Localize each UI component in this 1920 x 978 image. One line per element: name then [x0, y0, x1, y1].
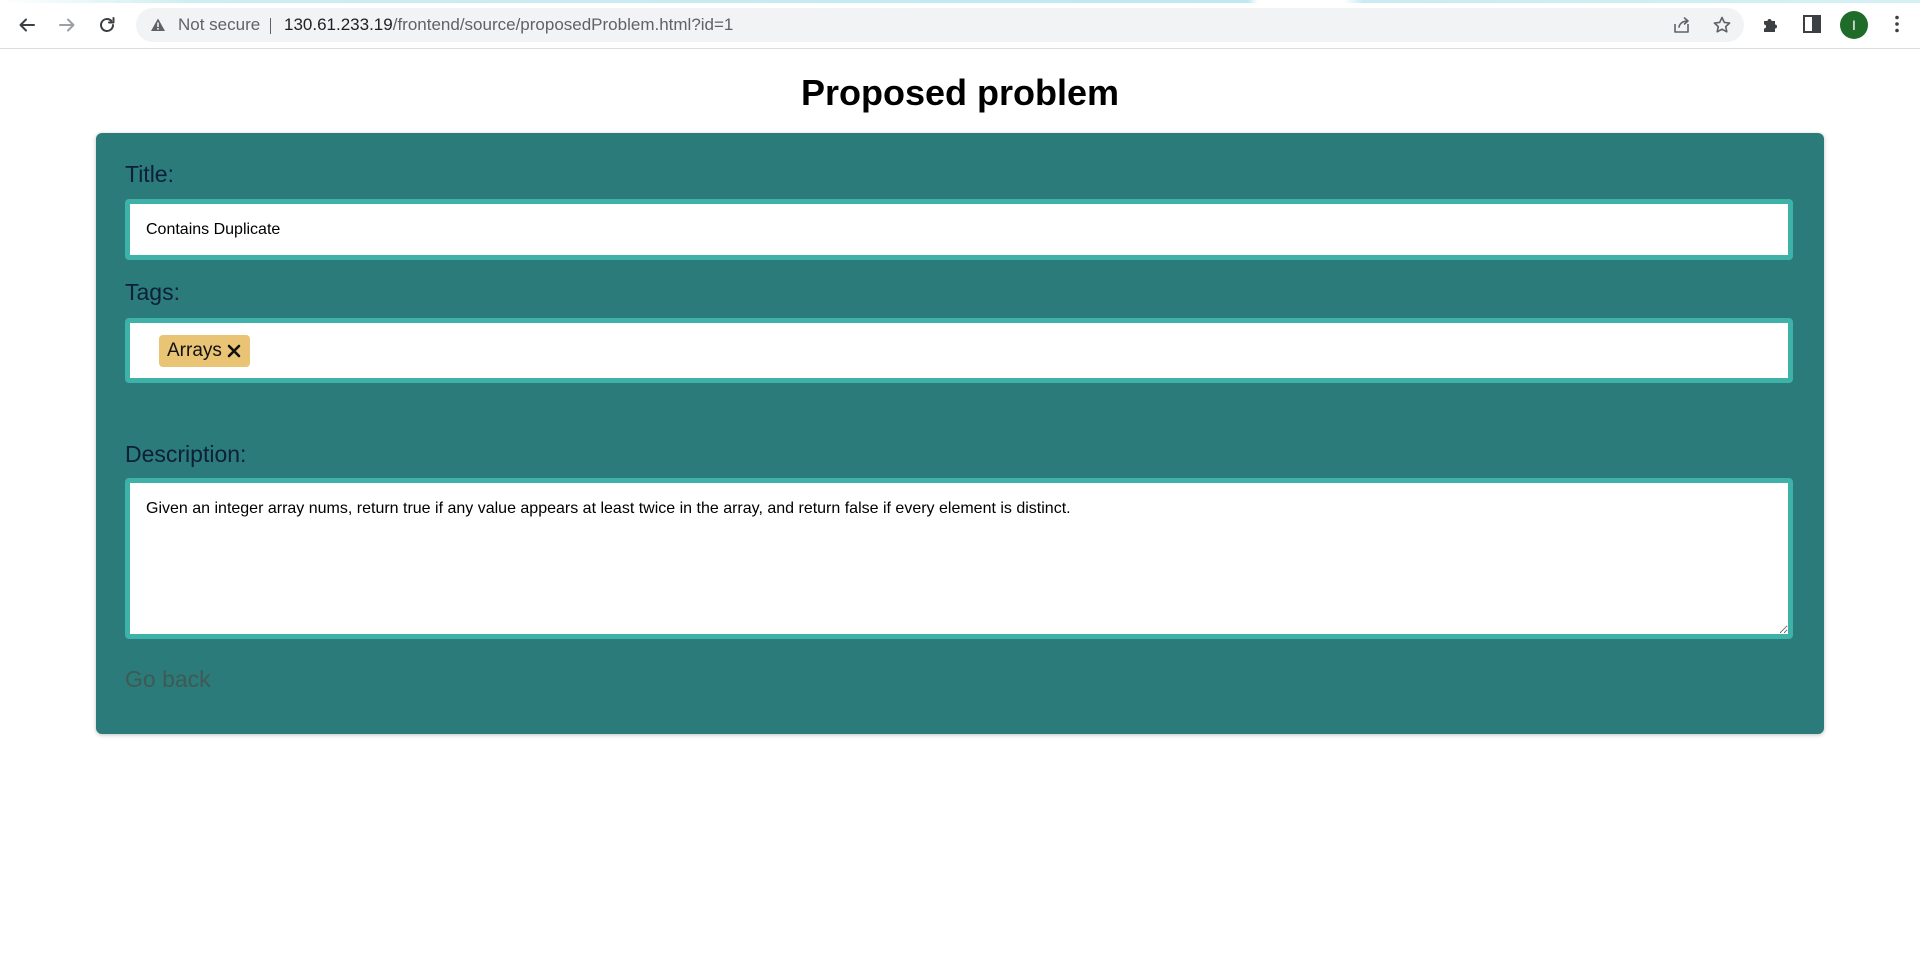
close-icon: [227, 344, 241, 358]
tags-input[interactable]: Arrays: [125, 318, 1793, 383]
back-button[interactable]: [11, 9, 43, 41]
tags-label: Tags:: [125, 279, 180, 305]
share-icon[interactable]: [1672, 15, 1692, 35]
url-path: /frontend/source/proposedProblem.html?id…: [392, 15, 734, 34]
remove-tag-button[interactable]: [226, 343, 242, 359]
kebab-menu-icon[interactable]: [1886, 13, 1908, 35]
page-title: Proposed problem: [800, 72, 1120, 113]
profile-avatar[interactable]: I: [1840, 11, 1868, 39]
security-status[interactable]: Not secure: [178, 8, 260, 42]
back-arrow-icon: [19, 18, 35, 32]
description-label: Description:: [125, 441, 247, 467]
description-textarea[interactable]: Given an integer array nums, return true…: [125, 478, 1793, 639]
tag-label: Arrays: [167, 340, 222, 361]
reload-icon: [100, 17, 115, 32]
url-host: 130.61.233.19: [284, 15, 393, 34]
title-input[interactable]: [125, 199, 1793, 260]
browser-toolbar: Not secure 130.61.233.19/frontend/source…: [0, 0, 1920, 49]
forward-button[interactable]: [51, 9, 83, 41]
side-panel-icon[interactable]: [1801, 13, 1823, 35]
extensions-puzzle-icon[interactable]: [1760, 13, 1782, 35]
bookmark-star-icon[interactable]: [1712, 15, 1732, 35]
proposed-problem-card: Title: Tags: Arrays Description: Given a…: [96, 133, 1824, 734]
warning-icon[interactable]: [150, 17, 166, 33]
tag-chip: Arrays: [159, 335, 250, 367]
url-text[interactable]: 130.61.233.19/frontend/source/proposedPr…: [284, 8, 733, 42]
reload-button[interactable]: [91, 9, 123, 41]
tab-strip-edge: [0, 0, 1920, 3]
forward-arrow-icon: [59, 18, 75, 32]
go-back-link[interactable]: Go back: [125, 666, 211, 693]
title-label: Title:: [125, 161, 174, 187]
omnibox-divider: [270, 18, 271, 34]
address-bar[interactable]: Not secure 130.61.233.19/frontend/source…: [136, 8, 1744, 42]
